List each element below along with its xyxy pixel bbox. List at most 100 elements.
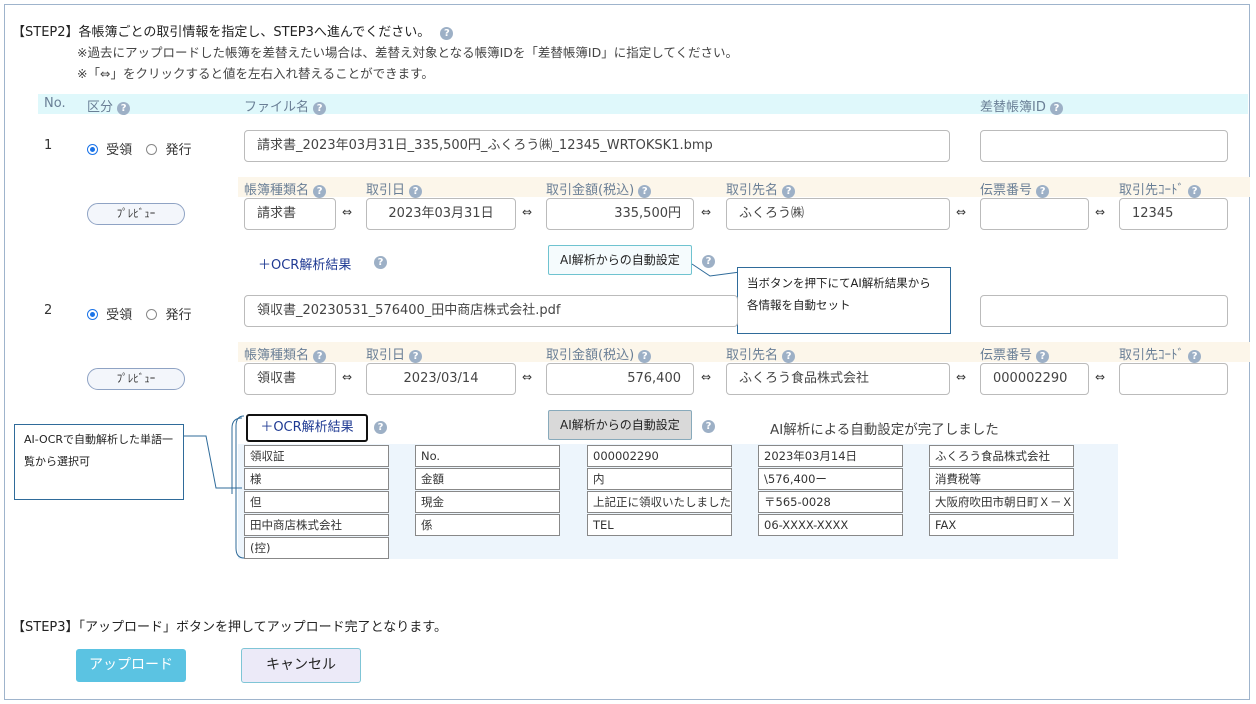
- ocr-word-cell[interactable]: FAX: [929, 514, 1074, 536]
- radio-issue[interactable]: [146, 309, 158, 320]
- sub-header-partner-code: 取引先ｺｰﾄﾞ ?: [1119, 179, 1202, 198]
- header-filename-label: ファイル名: [244, 100, 310, 115]
- date-input[interactable]: 2023年03月31日: [366, 198, 516, 230]
- partner-input[interactable]: ふくろう食品株式会社: [726, 363, 950, 395]
- book-type-input[interactable]: 請求書: [244, 198, 336, 230]
- help-icon[interactable]: ?: [638, 185, 652, 198]
- date-input[interactable]: 2023/03/14: [366, 363, 516, 395]
- sub-header-book-type: 帳簿種類名 ?: [244, 179, 327, 198]
- sub-header-partner-label: 取引先名: [726, 348, 779, 363]
- upload-button[interactable]: アップロード: [76, 649, 186, 682]
- sub-header-slip-no: 伝票番号 ?: [980, 179, 1050, 198]
- help-icon[interactable]: ?: [440, 27, 454, 40]
- sub-header-date-label: 取引日: [366, 348, 406, 363]
- help-icon[interactable]: ?: [1036, 350, 1050, 363]
- filename-input[interactable]: 請求書_2023年03月31日_335,500円_ふくろう㈱_12345_WRT…: [244, 130, 950, 162]
- swap-icon[interactable]: ⇔: [1095, 370, 1105, 384]
- ocr-word-cell[interactable]: 様: [244, 468, 389, 490]
- help-icon[interactable]: ?: [702, 420, 715, 433]
- help-icon[interactable]: ?: [374, 256, 387, 269]
- ocr-word-cell[interactable]: 大阪府吹田市朝日町Ｘ－Ｘ: [929, 491, 1074, 513]
- cancel-button[interactable]: キャンセル: [241, 648, 361, 683]
- ai-auto-set-button[interactable]: AI解析からの自動設定: [548, 245, 692, 275]
- ocr-word-cell[interactable]: 上記正に領収いたしました: [587, 491, 732, 513]
- ocr-word-cell[interactable]: 〒565-0028: [758, 491, 903, 513]
- swap-icon[interactable]: ⇔: [342, 370, 352, 384]
- swap-icon[interactable]: ⇔: [956, 370, 966, 384]
- row-number: 2: [44, 303, 53, 318]
- ocr-result-toggle[interactable]: ＋OCR解析結果: [246, 414, 368, 442]
- ai-status-message: AI解析による自動設定が完了しました: [770, 422, 999, 438]
- sub-header-slip-no: 伝票番号 ?: [980, 344, 1050, 363]
- swap-icon[interactable]: ⇔: [522, 205, 532, 219]
- sub-header-amount-label: 取引金額(税込): [546, 348, 635, 363]
- replace-id-input[interactable]: [980, 130, 1228, 162]
- ocr-word-cell[interactable]: 但: [244, 491, 389, 513]
- ocr-word-cell[interactable]: 内: [587, 468, 732, 490]
- help-icon[interactable]: ?: [409, 185, 423, 198]
- help-icon[interactable]: ?: [374, 421, 387, 434]
- step2-title: 【STEP2】各帳簿ごとの取引情報を指定し、STEP3へ進んでください。: [12, 25, 431, 40]
- help-icon[interactable]: ?: [313, 350, 327, 363]
- partner-input[interactable]: ふくろう㈱: [726, 198, 950, 230]
- radio-receive-label: 受領: [106, 308, 133, 323]
- help-icon[interactable]: ?: [117, 102, 131, 115]
- radio-issue[interactable]: [146, 144, 158, 155]
- sub-header-amount: 取引金額(税込) ?: [546, 344, 652, 363]
- replace-id-input[interactable]: [980, 295, 1228, 327]
- preview-button[interactable]: ﾌﾟﾚﾋﾞｭｰ: [87, 368, 185, 390]
- header-filename: ファイル名 ?: [244, 96, 327, 115]
- ocr-word-cell[interactable]: 田中商店株式会社: [244, 514, 389, 536]
- ai-callout-note: 当ボタンを押下にてAI解析結果から各情報を自動セット: [737, 267, 951, 334]
- help-icon[interactable]: ?: [1188, 185, 1202, 198]
- slip-no-input[interactable]: [980, 198, 1089, 230]
- partner-code-input[interactable]: 12345: [1119, 198, 1228, 230]
- ocr-word-cell[interactable]: (控): [244, 537, 389, 559]
- help-icon[interactable]: ?: [1050, 102, 1063, 115]
- ocr-word-cell[interactable]: \576,400ー: [758, 468, 903, 490]
- help-icon[interactable]: ?: [1036, 185, 1050, 198]
- help-icon[interactable]: ?: [313, 102, 327, 115]
- header-replace-id: 差替帳簿ID ?: [980, 96, 1063, 115]
- help-icon[interactable]: ?: [1188, 350, 1202, 363]
- ocr-word-cell[interactable]: 現金: [415, 491, 560, 513]
- ocr-word-cell[interactable]: No.: [415, 445, 560, 467]
- ocr-word-cell[interactable]: 係: [415, 514, 560, 536]
- help-icon[interactable]: ?: [782, 350, 796, 363]
- ocr-word-cell[interactable]: 000002290: [587, 445, 732, 467]
- swap-icon[interactable]: ⇔: [522, 370, 532, 384]
- radio-receive[interactable]: [87, 309, 98, 320]
- ocr-word-cell[interactable]: 06-XXXX-XXXX: [758, 514, 903, 536]
- swap-icon[interactable]: ⇔: [701, 205, 711, 219]
- sub-header-partner-label: 取引先名: [726, 183, 779, 198]
- radio-receive[interactable]: [87, 144, 98, 155]
- ocr-word-cell[interactable]: 領収証: [244, 445, 389, 467]
- ocr-word-cell[interactable]: ふくろう食品株式会社: [929, 445, 1074, 467]
- amount-input[interactable]: 335,500円: [546, 198, 694, 230]
- filename-input[interactable]: 領収書_20230531_576400_田中商店株式会社.pdf: [244, 295, 738, 327]
- book-type-input[interactable]: 領収書: [244, 363, 336, 395]
- amount-input[interactable]: 576,400: [546, 363, 694, 395]
- swap-icon[interactable]: ⇔: [701, 370, 711, 384]
- help-icon[interactable]: ?: [313, 185, 327, 198]
- header-kubun: 区分 ?: [87, 96, 131, 115]
- ocr-result-toggle[interactable]: ＋OCR解析結果: [258, 254, 351, 273]
- partner-code-input[interactable]: [1119, 363, 1228, 395]
- help-icon[interactable]: ?: [782, 185, 796, 198]
- swap-icon[interactable]: ⇔: [342, 205, 352, 219]
- sub-header-book-type: 帳簿種類名 ?: [244, 344, 327, 363]
- ocr-word-cell[interactable]: 2023年03月14日: [758, 445, 903, 467]
- ocr-word-cell[interactable]: 消費税等: [929, 468, 1074, 490]
- swap-icon[interactable]: ⇔: [1095, 205, 1105, 219]
- ocr-word-cell[interactable]: 金額: [415, 468, 560, 490]
- ocr-word-cell[interactable]: TEL: [587, 514, 732, 536]
- help-icon[interactable]: ?: [409, 350, 423, 363]
- slip-no-input[interactable]: 000002290: [980, 363, 1089, 395]
- sub-header-book-type-label: 帳簿種類名: [244, 348, 310, 363]
- help-icon[interactable]: ?: [638, 350, 652, 363]
- preview-button[interactable]: ﾌﾟﾚﾋﾞｭｰ: [87, 203, 185, 225]
- swap-icon[interactable]: ⇔: [956, 205, 966, 219]
- row-kubun-radios: 受領 発行: [87, 139, 191, 158]
- ai-auto-set-button[interactable]: AI解析からの自動設定: [548, 410, 692, 440]
- ocr-callout-note: AI-OCRで自動解析した単語一覧から選択可: [14, 424, 184, 500]
